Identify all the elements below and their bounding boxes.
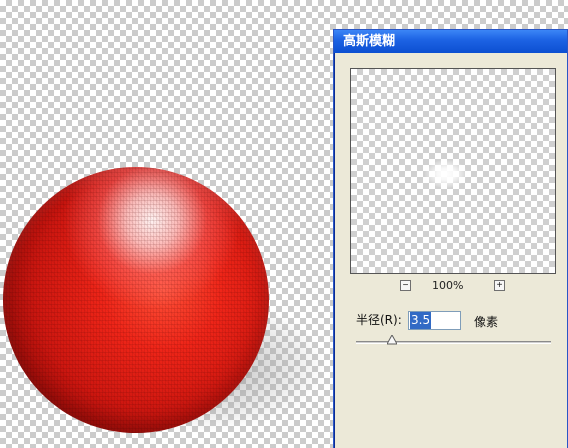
radius-unit-label: 像素 [474, 315, 499, 329]
dialog-titlebar[interactable]: 高斯模糊 [334, 30, 567, 53]
zoom-in-button[interactable]: + [494, 280, 505, 291]
preview-panel[interactable] [350, 68, 556, 274]
radius-slider-track[interactable] [356, 341, 551, 344]
gaussian-blur-dialog: 高斯模糊 − 100% + 半径(R): 3.5 像素 [333, 29, 568, 448]
radius-label: 半径(R): [356, 313, 402, 327]
dialog-title: 高斯模糊 [343, 34, 396, 49]
zoom-value: 100% [432, 279, 464, 292]
red-ball [3, 167, 269, 433]
radius-input[interactable]: 3.5 [408, 311, 461, 330]
zoom-out-button[interactable]: − [400, 280, 411, 291]
slider-thumb-icon[interactable] [387, 335, 397, 345]
ball-rim [3, 167, 269, 433]
preview-glow-icon [425, 160, 467, 188]
zoom-controls: − 100% + [400, 279, 512, 294]
radius-value: 3.5 [410, 312, 432, 329]
